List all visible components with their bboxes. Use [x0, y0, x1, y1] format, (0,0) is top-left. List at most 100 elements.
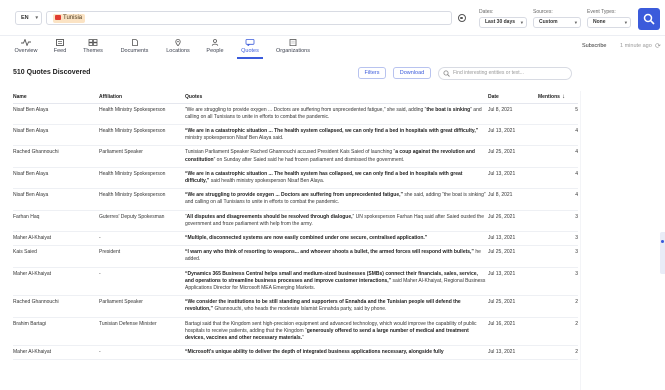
download-button[interactable]: Download: [393, 67, 431, 79]
documents-icon: [131, 39, 138, 46]
mentions-count[interactable]: 4: [538, 124, 578, 147]
filters-button[interactable]: Filters: [358, 67, 386, 79]
tab-documents[interactable]: Documents: [118, 39, 151, 54]
table-row[interactable]: Nisaf Ben Alaya Health Ministry Spokesper…: [13, 124, 578, 147]
affiliation-cell: Health Ministry Spokesperson: [99, 103, 185, 125]
column-header-date[interactable]: Date: [488, 91, 538, 104]
person-name-link[interactable]: Nisaf Ben Alaya: [13, 167, 99, 190]
table-row[interactable]: Rached Ghannouchi Parliament Speaker “We c…: [13, 295, 578, 318]
sources-value: Custom: [539, 19, 558, 25]
table-row[interactable]: Nisaf Ben Alaya Health Ministry Spokesper…: [13, 103, 578, 125]
date-cell: Jul 25, 2021: [488, 245, 538, 268]
activity-icon: [21, 39, 31, 46]
tab-overview[interactable]: Overview: [13, 39, 39, 54]
person-icon: [211, 39, 219, 46]
subscribe-link[interactable]: Subscribe: [582, 43, 606, 49]
tab-quotes-label: Quotes: [241, 48, 259, 54]
table-row[interactable]: Brahim Bartagi Tunisian Defense Minister B…: [13, 317, 578, 347]
main-search-input[interactable]: Tunisia: [46, 11, 452, 25]
tab-feed[interactable]: Feed: [52, 39, 68, 54]
person-name-link[interactable]: Rached Ghannouchi: [13, 295, 99, 318]
column-header-mentions[interactable]: Mentions ↓: [538, 91, 578, 104]
person-name-link[interactable]: Farhan Haq: [13, 210, 99, 232]
language-select[interactable]: EN ▾: [15, 11, 42, 25]
mentions-count[interactable]: 5: [538, 103, 578, 125]
mentions-count[interactable]: 4: [538, 145, 578, 168]
quote-text-cell: “Multiple, disconnected systems are now …: [185, 231, 488, 247]
section-nav: Overview Feed Themes Documents Locations…: [0, 36, 665, 59]
column-header-name[interactable]: Name: [13, 91, 99, 104]
mentions-count[interactable]: 2: [538, 295, 578, 318]
active-tab-indicator: [237, 57, 263, 59]
mentions-count[interactable]: 3: [538, 267, 578, 297]
top-search-bar: EN ▾ Tunisia Dates: Last 30 days ▾ Source…: [0, 0, 665, 36]
date-cell: Jul 13, 2021: [488, 124, 538, 147]
tab-locations[interactable]: Locations: [164, 39, 192, 54]
table-row[interactable]: Maher Al-Khaiyat - “Microsoft's unique abi…: [13, 345, 578, 361]
person-name-link[interactable]: Nisaf Ben Alaya: [13, 103, 99, 125]
column-header-quotes[interactable]: Quotes: [185, 91, 488, 104]
tab-themes[interactable]: Themes: [82, 39, 104, 54]
quote-text-cell: “Microsoft's unique ability to deliver t…: [185, 345, 488, 361]
find-entities-input[interactable]: Find interesting entities or text...: [438, 67, 572, 80]
tab-organizations-label: Organizations: [276, 48, 310, 54]
person-name-link[interactable]: Maher Al-Khaiyat: [13, 267, 99, 297]
date-cell: Jul 25, 2021: [488, 295, 538, 318]
affiliation-cell: Parliament Speaker: [99, 295, 185, 318]
mentions-count[interactable]: 3: [538, 231, 578, 247]
tab-documents-label: Documents: [120, 48, 149, 54]
chevron-down-icon: ▾: [574, 20, 577, 25]
sort-descending-icon: ↓: [561, 93, 565, 100]
language-label: EN: [21, 15, 29, 21]
person-name-link[interactable]: Rached Ghannouchi: [13, 145, 99, 168]
quote-text-cell: “I warn any who think of resorting to we…: [185, 245, 488, 268]
quote-text-cell: “We are in a catastrophic situation ... …: [185, 167, 488, 190]
table-row[interactable]: Maher Al-Khaiyat - “Multiple, disconnected…: [13, 231, 578, 247]
affiliation-cell: -: [99, 345, 185, 361]
feedback-side-tab[interactable]: [660, 232, 665, 274]
mentions-count[interactable]: 4: [538, 167, 578, 190]
divider: [580, 91, 581, 390]
search-chip[interactable]: Tunisia: [53, 14, 86, 23]
mentions-count[interactable]: 3: [538, 245, 578, 268]
tab-quotes[interactable]: Quotes: [237, 39, 263, 59]
tab-people[interactable]: People: [205, 39, 225, 54]
table-row[interactable]: Rached Ghannouchi Parliament Speaker Tunis…: [13, 145, 578, 168]
page-title: 510 Quotes Discovered: [13, 69, 91, 76]
quote-text-cell: “Dynamics 365 Business Central helps sma…: [185, 267, 488, 297]
person-name-link[interactable]: Nisaf Ben Alaya: [13, 188, 99, 211]
mentions-count[interactable]: 3: [538, 210, 578, 232]
affiliation-cell: -: [99, 267, 185, 297]
date-cell: Jul 13, 2021: [488, 267, 538, 297]
affiliation-cell: Health Ministry Spokesperson: [99, 167, 185, 190]
affiliation-cell: Parliament Speaker: [99, 145, 185, 168]
tab-organizations[interactable]: Organizations: [274, 39, 312, 54]
find-placeholder: Find interesting entities or text...: [453, 70, 524, 76]
location-pin-icon: [175, 39, 181, 46]
date-cell: Jul 16, 2021: [488, 317, 538, 347]
table-row[interactable]: Farhan Haq Guterres' Deputy Spokesman “All…: [13, 210, 578, 232]
table-row[interactable]: Nisaf Ben Alaya Health Ministry Spokesper…: [13, 167, 578, 190]
quote-text-cell: Tunisian Parliament Speaker Rached Ghann…: [185, 145, 488, 168]
mentions-count[interactable]: 2: [538, 317, 578, 347]
table-row[interactable]: Kais Saied President “I warn any who think…: [13, 245, 578, 268]
person-name-link[interactable]: Kais Saied: [13, 245, 99, 268]
mentions-count[interactable]: 4: [538, 188, 578, 211]
sources-select[interactable]: Custom ▾: [533, 17, 581, 28]
refresh-icon[interactable]: ⟳: [655, 42, 661, 50]
table-row[interactable]: Maher Al-Khaiyat - “Dynamics 365 Business …: [13, 267, 578, 297]
person-name-link[interactable]: Maher Al-Khaiyat: [13, 345, 99, 361]
quote-text-cell: “We are struggling to provide oxygen ...…: [185, 188, 488, 211]
table-body: Nisaf Ben Alaya Health Ministry Spokesper…: [13, 103, 578, 361]
search-button[interactable]: [638, 8, 660, 30]
sources-label: Sources:: [533, 9, 553, 15]
event-types-select[interactable]: None ▾: [587, 17, 631, 28]
person-name-link[interactable]: Maher Al-Khaiyat: [13, 231, 99, 247]
dates-select[interactable]: Last 30 days ▾: [479, 17, 527, 28]
person-name-link[interactable]: Nisaf Ben Alaya: [13, 124, 99, 147]
column-header-affiliation[interactable]: Affiliation: [99, 91, 185, 104]
table-row[interactable]: Nisaf Ben Alaya Health Ministry Spokesper…: [13, 188, 578, 211]
globe-icon[interactable]: [458, 14, 466, 22]
mentions-count[interactable]: 2: [538, 345, 578, 361]
person-name-link[interactable]: Brahim Bartagi: [13, 317, 99, 347]
